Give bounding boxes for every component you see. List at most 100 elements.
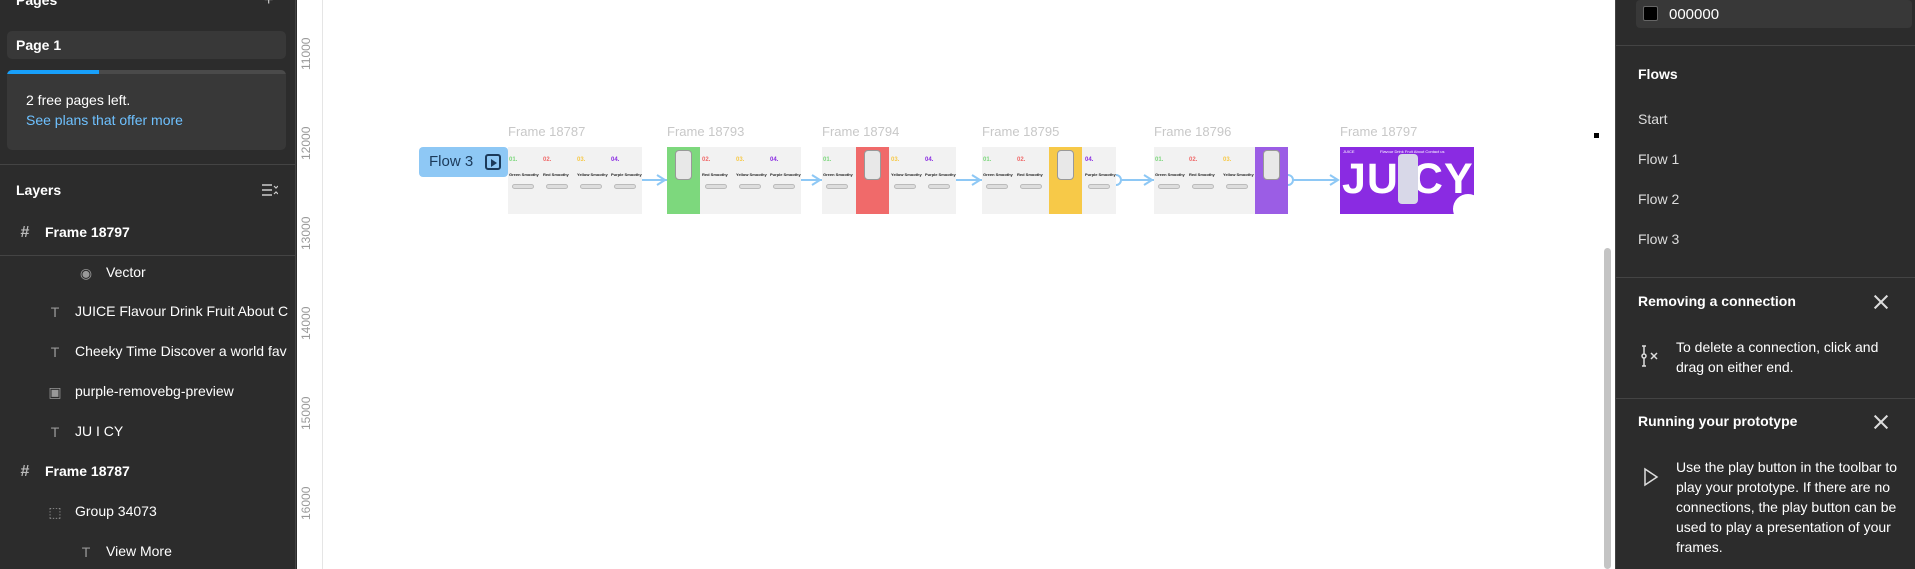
disconnect-icon — [1641, 345, 1658, 367]
mini-step-number: 02. — [1189, 157, 1198, 163]
layer-row[interactable]: ▣ purple-removebg-preview — [0, 372, 295, 412]
flow-item[interactable]: Flow 3 — [1638, 231, 1679, 247]
group-icon: ⬚ — [48, 504, 62, 520]
divider — [1616, 398, 1915, 399]
can-product-image — [1049, 147, 1082, 214]
frame-label[interactable]: Frame 18797 — [1340, 124, 1417, 139]
mini-step-number: 02. — [702, 157, 711, 163]
page-item-page-1[interactable]: Page 1 — [7, 31, 286, 59]
design-canvas[interactable]: Flow 3 Frame 18787 01. Green Smoothy 02. Red… — [323, 0, 1615, 569]
free-pages-text: 2 free pages left. — [26, 92, 131, 108]
ruler-tick-label: 14000 — [299, 306, 313, 340]
prototype-connections — [508, 174, 1340, 186]
frame-label[interactable]: Frame 18794 — [822, 124, 899, 139]
layer-row[interactable]: T Cheeky Time Discover a world fav — [0, 332, 295, 372]
mini-view-more-button — [1226, 184, 1248, 189]
layer-label: JUICE Flavour Drink Fruit About C — [75, 303, 289, 319]
running-prototype-text: Use the play button in the toolbar to pl… — [1676, 459, 1898, 555]
see-plans-link[interactable]: See plans that offer more — [26, 112, 183, 128]
frame-thumbnail[interactable]: 02. Red Smoothy 03. Yellow Smoothy 04. Purple… — [667, 147, 801, 214]
mini-view-more-button — [1192, 184, 1214, 189]
mini-product-name: Yellow Smoothy — [891, 172, 922, 177]
play-icon — [1644, 467, 1659, 487]
frame-thumbnail[interactable]: 01. Green Smoothy 03. Yellow Smoothy 04. Purp… — [822, 147, 956, 214]
flow-item[interactable]: Flow 1 — [1638, 151, 1679, 167]
mini-view-more-button — [986, 184, 1008, 189]
pages-header: Pages — [16, 0, 58, 8]
mini-product-name: Red Smoothy — [1189, 172, 1215, 177]
frame-thumbnail[interactable]: 01. Green Smoothy 02. Red Smoothy 03. Yellow … — [1154, 147, 1288, 214]
text-icon: T — [50, 424, 60, 440]
frame-label[interactable]: Frame 18787 — [508, 124, 585, 139]
layer-row[interactable]: ⬚ Group 34073 — [0, 492, 295, 532]
can-product-image — [1255, 147, 1288, 214]
mini-step-number: 01. — [1155, 157, 1164, 163]
plus-icon[interactable]: + — [264, 0, 273, 10]
juicy-hero-frame[interactable]: JUICE Flavour Drink Fruit About Contact u… — [1340, 147, 1474, 214]
ruler-tick-label: 16000 — [299, 486, 313, 520]
play-icon[interactable] — [485, 154, 501, 170]
layer-row[interactable]: T View More — [0, 532, 295, 569]
mini-view-more-button — [580, 184, 602, 189]
can-image — [864, 150, 881, 180]
layer-row[interactable]: T JU I CY — [0, 412, 295, 452]
prototype-panel: 000000 Flows Start Flow 1 Flow 2 Flow 3 Rem… — [1615, 0, 1915, 569]
ruler-tick-label: 11000 — [299, 37, 313, 70]
mini-view-more-button — [739, 184, 761, 189]
free-pages-progress — [7, 70, 286, 74]
divider — [1616, 277, 1915, 278]
mini-step-number: 04. — [925, 157, 934, 163]
divider — [1616, 45, 1915, 46]
selection-handle[interactable] — [1594, 133, 1599, 138]
purple-can-image — [1398, 154, 1418, 204]
mini-product-name: Purple Smoothy — [611, 172, 642, 177]
layer-label: Group 34073 — [75, 503, 157, 519]
ruler-tick-label: 15000 — [299, 396, 313, 430]
color-swatch[interactable] — [1643, 6, 1658, 21]
mini-view-more-button — [512, 184, 534, 189]
frame-icon: # — [20, 463, 30, 480]
free-pages-progress-fill — [7, 70, 100, 74]
flow-badge-label: Flow 3 — [429, 153, 474, 170]
mini-step-number: 04. — [770, 157, 779, 163]
mini-product-name: Red Smoothy — [1017, 172, 1043, 177]
mini-step-number: 03. — [736, 157, 745, 163]
text-icon: T — [50, 344, 60, 360]
frame-label[interactable]: Frame 18796 — [1154, 124, 1231, 139]
color-hex-value[interactable]: 000000 — [1669, 6, 1719, 23]
vertical-ruler: 11000 12000 13000 14000 15000 16000 — [297, 0, 323, 569]
layer-row[interactable]: # Frame 18787 — [0, 452, 295, 492]
mini-step-number: 03. — [1223, 157, 1232, 163]
frame-thumbnail[interactable]: 01. Green Smoothy 02. Red Smoothy 04. Purple … — [982, 147, 1116, 214]
removing-connection-text: To delete a connection, click and drag o… — [1676, 339, 1879, 375]
layer-row[interactable]: # Frame 18797 — [0, 213, 295, 253]
layer-row[interactable]: ◉ Vector — [0, 253, 295, 293]
layers-title: Layers — [16, 182, 62, 198]
frame-label[interactable]: Frame 18793 — [667, 124, 744, 139]
mini-product-name: Yellow Smoothy — [577, 172, 608, 177]
mini-product-name: Purple Smoothy — [925, 172, 956, 177]
ruler-tick-label: 13000 — [299, 216, 313, 250]
canvas-scrollbar[interactable] — [1604, 248, 1611, 569]
collapse-layers-icon[interactable] — [262, 183, 278, 197]
frame-icon: # — [20, 224, 30, 241]
flows-title: Flows — [1638, 66, 1678, 82]
frame-label[interactable]: Frame 18795 — [982, 124, 1059, 139]
close-icon[interactable] — [1873, 414, 1889, 430]
mini-product-name: Green Smoothy — [983, 172, 1013, 177]
close-icon[interactable] — [1873, 294, 1889, 310]
background-color-field[interactable]: 000000 — [1636, 0, 1912, 28]
can-product-image — [856, 147, 889, 214]
flow-item[interactable]: Flow 2 — [1638, 191, 1679, 207]
divider — [0, 164, 295, 165]
frame-thumbnail[interactable]: 01. Green Smoothy 02. Red Smoothy 03. Yellow … — [508, 147, 642, 214]
mini-product-name: Green Smoothy — [823, 172, 853, 177]
layer-label: JU I CY — [75, 423, 124, 439]
flow-item[interactable]: Start — [1638, 111, 1668, 127]
flow-starting-point-badge[interactable]: Flow 3 — [419, 147, 508, 177]
removing-connection-title: Removing a connection — [1638, 293, 1796, 309]
mini-step-number: 01. — [983, 157, 992, 163]
mini-view-more-button — [773, 184, 795, 189]
layer-row[interactable]: T JUICE Flavour Drink Fruit About C — [0, 292, 295, 332]
layer-label: Frame 18797 — [45, 224, 130, 240]
